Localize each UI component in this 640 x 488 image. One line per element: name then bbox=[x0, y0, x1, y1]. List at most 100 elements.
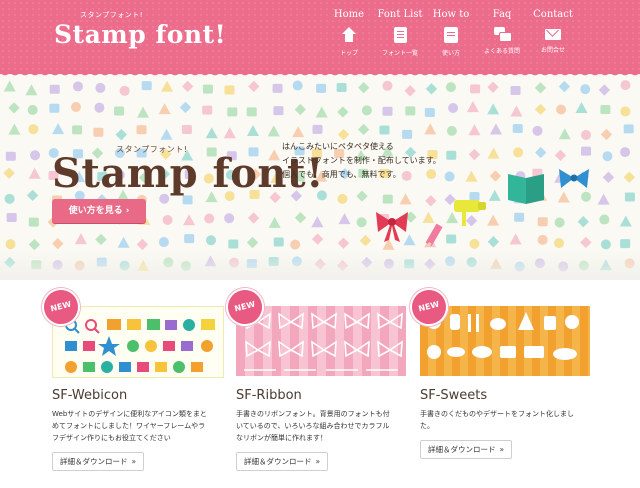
details-download-button[interactable]: 詳細＆ダウンロード» bbox=[236, 452, 329, 471]
pattern-icon bbox=[227, 107, 238, 117]
pattern-icon bbox=[361, 105, 372, 116]
pattern-icon bbox=[6, 213, 17, 223]
pattern-icon bbox=[619, 215, 632, 227]
pattern-icon bbox=[336, 82, 347, 92]
chevron-right-icon: » bbox=[499, 445, 505, 454]
pattern-icon bbox=[580, 236, 592, 249]
pattern-icon bbox=[70, 102, 81, 113]
pattern-icon bbox=[267, 125, 280, 137]
details-download-label: 詳細＆ダウンロード bbox=[60, 457, 128, 466]
pattern-icon bbox=[52, 237, 64, 250]
pattern-icon bbox=[577, 216, 589, 228]
pattern-icon bbox=[620, 106, 631, 117]
details-download-button[interactable]: 詳細＆ダウンロード» bbox=[420, 440, 513, 459]
site-header: スタンプフォント! Stamp font! Home トップ Font List… bbox=[0, 0, 640, 74]
pattern-icon bbox=[292, 80, 303, 91]
pattern-icon bbox=[602, 151, 613, 162]
pattern-icon bbox=[487, 236, 500, 248]
hero-desc-line: はんこみたいにペタペタ使える bbox=[282, 142, 394, 151]
webicon-preview-icons bbox=[65, 319, 215, 373]
pattern-icon bbox=[137, 106, 150, 118]
pencil-icon bbox=[425, 223, 443, 248]
pattern-icon bbox=[598, 84, 611, 96]
pattern-icon bbox=[162, 214, 173, 225]
pattern-icon bbox=[49, 103, 60, 113]
pattern-icon bbox=[28, 238, 41, 251]
pattern-icon bbox=[382, 80, 393, 91]
pattern-icon bbox=[247, 212, 260, 224]
pattern-icon bbox=[5, 239, 16, 250]
pattern-icon bbox=[402, 129, 413, 139]
pattern-icon bbox=[404, 85, 416, 97]
list-icon bbox=[393, 27, 407, 43]
pattern-icon bbox=[119, 85, 130, 96]
pattern-icon bbox=[49, 84, 60, 94]
pattern-icon bbox=[316, 83, 327, 93]
pattern-icon bbox=[446, 125, 457, 136]
pattern-icon bbox=[202, 84, 213, 94]
pattern-icon bbox=[468, 124, 481, 136]
pattern-icon bbox=[95, 233, 107, 246]
pattern-icon bbox=[469, 238, 480, 249]
pattern-icon bbox=[534, 103, 547, 116]
pattern-icon bbox=[466, 101, 479, 113]
product-card-webicon: NEW SF-Webicon Webサイトのデザインに便利なアイコン類をまと め… bbox=[37, 280, 228, 488]
pattern-icon bbox=[356, 217, 367, 228]
pattern-icon bbox=[382, 194, 393, 204]
pattern-icon bbox=[290, 239, 301, 250]
details-download-label: 詳細＆ダウンロード bbox=[428, 445, 496, 454]
pattern-icon bbox=[273, 237, 284, 247]
pattern-icon bbox=[620, 239, 631, 249]
product-title[interactable]: SF-Webicon bbox=[52, 388, 127, 403]
pattern-icon bbox=[424, 123, 437, 135]
pattern-icon bbox=[206, 235, 217, 246]
blue-bow-icon bbox=[559, 169, 589, 188]
pattern-icon bbox=[204, 213, 215, 224]
pattern-icon bbox=[312, 124, 323, 134]
pattern-icon bbox=[424, 107, 435, 117]
pattern-icon bbox=[488, 189, 501, 201]
pattern-icon bbox=[581, 191, 592, 202]
pattern-icon bbox=[470, 84, 481, 94]
pattern-icon bbox=[5, 151, 16, 161]
pattern-icon bbox=[382, 106, 393, 116]
pattern-icon bbox=[575, 101, 588, 113]
pattern-icon bbox=[8, 123, 21, 135]
pattern-icon bbox=[338, 213, 351, 225]
pattern-icon bbox=[115, 129, 127, 141]
details-download-button[interactable]: 詳細＆ダウンロード» bbox=[52, 452, 145, 471]
pattern-icon bbox=[556, 104, 567, 115]
pattern-icon bbox=[487, 147, 500, 159]
faq-icon bbox=[494, 27, 512, 42]
how-to-use-button[interactable]: 使い方を見る › bbox=[52, 199, 146, 223]
stamp-roller-icon bbox=[454, 200, 486, 226]
product-title[interactable]: SF-Ribbon bbox=[236, 388, 302, 403]
hero-desc-line: 個人でも、商用でも、無料です。 bbox=[282, 170, 401, 179]
pattern-icon bbox=[246, 107, 257, 117]
pattern-icon bbox=[26, 189, 39, 202]
pattern-icon bbox=[535, 146, 547, 159]
nav-contact[interactable]: Contact お問合せ bbox=[523, 8, 583, 54]
pattern-icon bbox=[487, 81, 499, 93]
pattern-icon bbox=[557, 191, 570, 203]
pattern-icon bbox=[311, 233, 324, 245]
pattern-icon bbox=[114, 106, 125, 116]
pattern-icon bbox=[205, 127, 218, 139]
webicon-preview-image[interactable] bbox=[52, 306, 224, 378]
pattern-icon bbox=[136, 238, 149, 251]
pattern-icon bbox=[3, 80, 16, 92]
pattern-icon bbox=[448, 103, 459, 114]
pattern-icon bbox=[93, 127, 104, 137]
pattern-icon bbox=[554, 149, 567, 161]
header-scallop-edge bbox=[0, 70, 640, 80]
pattern-icon bbox=[179, 101, 192, 114]
product-description: Webサイトのデザインに便利なアイコン類をまと めてフォントにしました！ワイヤー… bbox=[52, 408, 228, 444]
chevron-right-icon: » bbox=[131, 457, 137, 466]
pattern-icon bbox=[224, 85, 235, 95]
product-desc-line: Webサイトのデザインに便利なアイコン類をまと bbox=[52, 410, 207, 418]
pattern-icon bbox=[224, 213, 235, 224]
pattern-icon bbox=[620, 147, 631, 158]
product-desc-line: なリボンが簡単に作れます！ bbox=[236, 434, 327, 442]
product-description: 手書きのリボンフォント。背景用のフォントも付 いているので、いろいろな組み合わせ… bbox=[236, 408, 412, 444]
product-title[interactable]: SF-Sweets bbox=[420, 388, 487, 403]
